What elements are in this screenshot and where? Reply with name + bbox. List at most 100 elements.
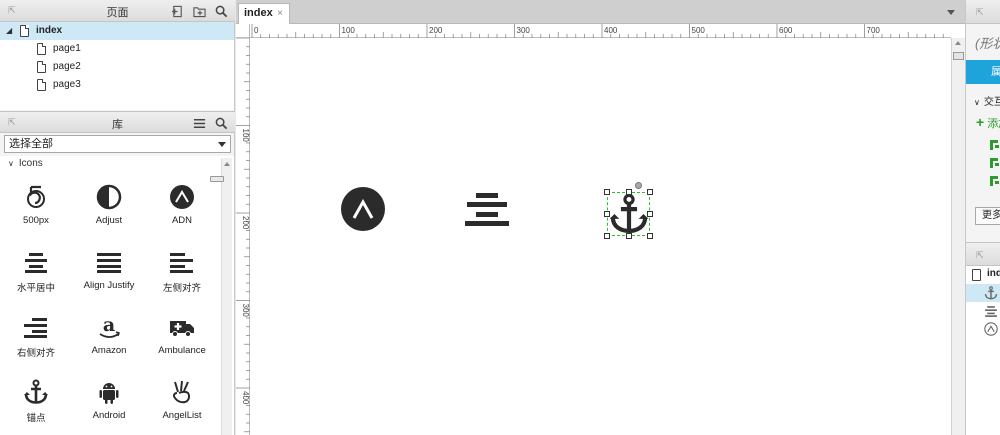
interactions-section[interactable]: ∨交互 (974, 93, 1000, 108)
library-scrollbar[interactable] (210, 158, 232, 435)
add-folder-icon[interactable] (191, 3, 207, 19)
ruler-label: 600 (779, 26, 793, 35)
page-icon (37, 43, 46, 55)
align-justify-icon (97, 253, 121, 273)
library-item-align-justify[interactable]: Align Justify (73, 243, 145, 303)
anchor-icon (984, 286, 998, 300)
search-icon[interactable] (213, 115, 229, 131)
angellist-icon (172, 380, 190, 404)
align-right-icon (24, 318, 47, 338)
rotate-handle[interactable] (635, 182, 642, 189)
outline-item-align-center[interactable] (966, 302, 1000, 320)
menu-icon[interactable] (191, 115, 207, 131)
library-item-label: 右侧对齐 (16, 348, 55, 359)
section-label: 交互 (983, 97, 1000, 108)
outline-item-index[interactable]: index (966, 266, 1000, 284)
android-icon (99, 383, 119, 404)
expand-arrow-icon[interactable]: ◢ (6, 22, 12, 40)
app-window: ⇱ 页面 ◢ index page1 page2 page3 ⇱ 库 选择全部 … (0, 0, 1000, 435)
scroll-up-icon[interactable] (224, 162, 230, 166)
pin-icon[interactable]: ⇱ (976, 250, 984, 261)
interaction-event-icon[interactable] (990, 158, 1000, 168)
resize-handle-s[interactable] (626, 233, 632, 239)
adjust-icon (96, 184, 122, 210)
left-dock: ⇱ 页面 ◢ index page1 page2 page3 ⇱ 库 选择全部 … (0, 0, 235, 435)
vertical-ruler-ticks: 100 200 300 400 (236, 38, 250, 433)
library-select[interactable]: 选择全部 (4, 135, 231, 153)
page-label: page3 (53, 79, 81, 90)
interaction-event-icon[interactable] (990, 140, 1000, 150)
library-item-ambulance[interactable]: Ambulance (146, 308, 218, 368)
library-item-android[interactable]: Android (73, 373, 145, 433)
tab-label: index (244, 7, 273, 19)
ruler-label: 700 (867, 26, 881, 35)
library-select-value: 选择全部 (9, 138, 53, 150)
library-item-angellist[interactable]: AngelList (146, 373, 218, 433)
library-item-label: Amazon (91, 345, 127, 356)
page-label: page2 (53, 61, 81, 72)
ruler-label: 100 (342, 26, 356, 35)
ruler-label: 100 (241, 129, 250, 143)
resize-handle-nw[interactable] (604, 189, 610, 195)
add-case-link[interactable]: +添加 (976, 114, 1000, 131)
align-left-icon (170, 253, 193, 273)
horizontal-ruler: 010020030040050060070080 (250, 24, 951, 38)
vertical-ruler: 100 200 300 400 (236, 38, 250, 435)
library-item-amazon[interactable]: a Amazon (73, 308, 145, 368)
library-item-500px[interactable]: 500px (0, 178, 72, 238)
library-category-icons[interactable]: ∨ Icons (8, 158, 43, 169)
page-tree-item-page2[interactable]: page2 (0, 58, 234, 76)
page-icon (37, 79, 46, 91)
adn-widget[interactable] (341, 187, 385, 231)
page-icon (37, 61, 46, 73)
library-item-adjust[interactable]: Adjust (73, 178, 145, 238)
interaction-event-icon[interactable] (990, 176, 1000, 186)
search-icon[interactable] (213, 3, 229, 19)
resize-handle-e[interactable] (647, 211, 653, 217)
scroll-up-icon[interactable] (955, 41, 961, 45)
ruler-label: 500 (692, 26, 706, 35)
outline-item-anchor[interactable] (966, 284, 1000, 302)
ambulance-icon (170, 321, 194, 337)
tab-index[interactable]: index × (238, 3, 290, 24)
shape-name-field[interactable]: (形状 (975, 33, 1000, 52)
pages-panel-header: ⇱ 页面 (0, 0, 235, 22)
tab-menu-chevron-icon[interactable] (947, 10, 955, 15)
ruler-label: 200 (429, 26, 443, 35)
library-item-anchor[interactable]: 锚点 (0, 373, 72, 433)
canvas-vertical-scrollbar[interactable] (951, 38, 965, 435)
library-item-label: Adjust (95, 215, 123, 226)
resize-handle-w[interactable] (604, 211, 610, 217)
inspector-tab-properties[interactable]: 属 (966, 60, 1000, 84)
align-center-icon (25, 253, 47, 273)
library-item-align-left[interactable]: 左侧对齐 (146, 243, 218, 303)
library-item-align-center[interactable]: 水平居中 (0, 243, 72, 303)
resize-handle-n[interactable] (626, 189, 632, 195)
page-tree-item-index[interactable]: ◢ index (0, 22, 234, 40)
close-icon[interactable]: × (277, 4, 283, 23)
library-body: ∨ Icons 500px Adjust ADN 水平居中 Align Just… (0, 156, 234, 435)
add-page-icon[interactable] (169, 3, 185, 19)
scrollbar-thumb[interactable] (210, 176, 224, 182)
scrollbar-thumb[interactable] (953, 52, 964, 60)
ruler-label: 400 (604, 26, 618, 35)
library-item-adn[interactable]: ADN (146, 178, 218, 238)
resize-handle-sw[interactable] (604, 233, 610, 239)
align-center-widget[interactable] (465, 193, 509, 226)
ruler-label: 400 (241, 391, 250, 405)
page-label: index (36, 25, 63, 36)
outline-item-adn[interactable] (966, 320, 1000, 338)
adn-icon (984, 322, 998, 336)
design-canvas[interactable] (250, 38, 951, 435)
library-item-label: 左侧对齐 (162, 283, 201, 294)
library-item-align-right[interactable]: 右侧对齐 (0, 308, 72, 368)
resize-handle-se[interactable] (647, 233, 653, 239)
page-tree-item-page1[interactable]: page1 (0, 40, 234, 58)
pin-icon[interactable]: ⇱ (976, 7, 984, 18)
adn-icon (170, 185, 194, 209)
page-label: page1 (53, 43, 81, 54)
library-item-label: 500px (23, 215, 49, 226)
page-tree-item-page3[interactable]: page3 (0, 76, 234, 94)
more-events-button[interactable]: 更多 (975, 207, 1000, 225)
resize-handle-ne[interactable] (647, 189, 653, 195)
